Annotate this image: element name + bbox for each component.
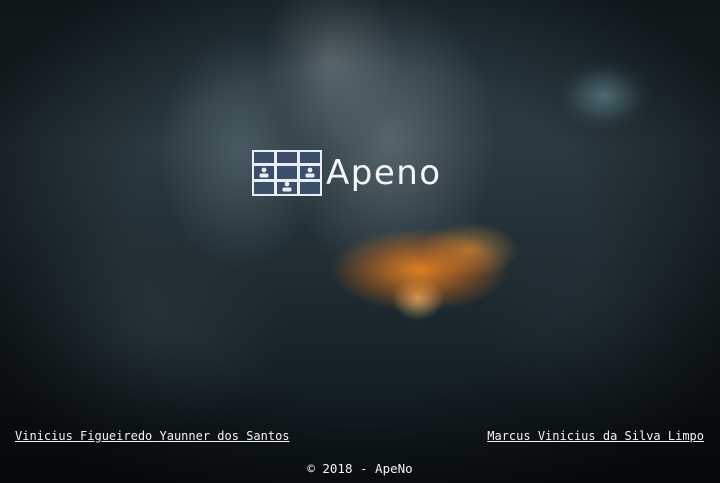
background-vignette	[0, 0, 720, 483]
author-link-right[interactable]: Marcus Vinicius da Silva Limpo	[487, 429, 704, 443]
app-name: Apeno	[326, 153, 442, 193]
people-grid-logo-icon	[252, 150, 322, 196]
author-link-left[interactable]: Vinicius Figueiredo Yaunner dos Santos	[15, 429, 290, 443]
app-logo: Apeno	[252, 150, 442, 196]
splash-screen: Apeno Vinicius Figueiredo Yaunner dos Sa…	[0, 0, 720, 483]
copyright-text: © 2018 - ApeNo	[307, 461, 413, 476]
